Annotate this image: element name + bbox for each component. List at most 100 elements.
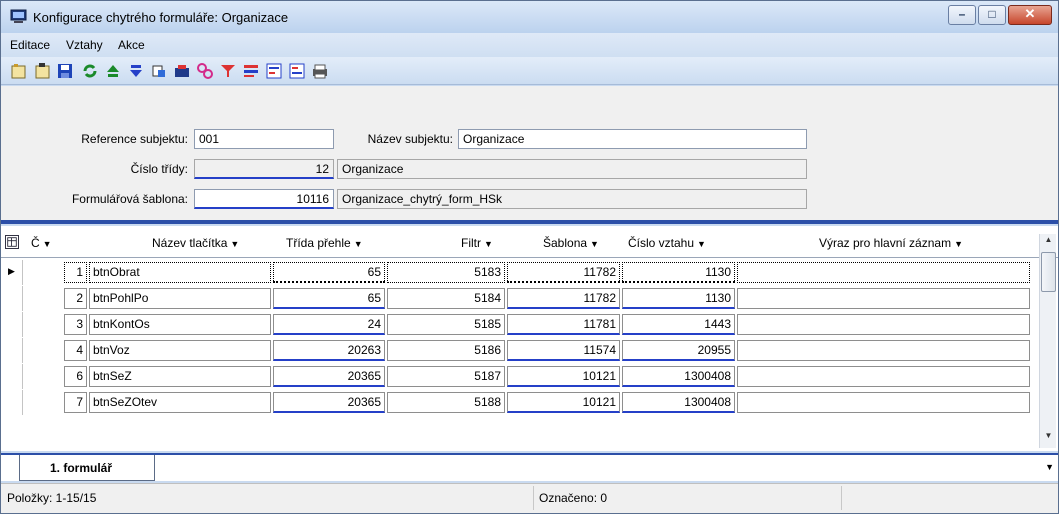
menu-editace[interactable]: Editace xyxy=(10,38,50,52)
table-row[interactable]: 2 btnPohlPo 65 5184 11782 1130 xyxy=(1,286,1039,311)
cell-nazev[interactable]: btnSeZOtev xyxy=(89,392,271,413)
refresh-icon[interactable] xyxy=(81,62,99,80)
cell-filtr[interactable]: 5188 xyxy=(387,392,505,413)
scroll-down-icon[interactable]: ▼ xyxy=(1040,431,1057,447)
sablona-field[interactable]: 10116 xyxy=(194,189,334,209)
cell-c[interactable]: 7 xyxy=(64,392,87,413)
new-record-icon[interactable] xyxy=(10,62,28,80)
cell-nazev[interactable]: btnSeZ xyxy=(89,366,271,387)
cell-c[interactable]: 1 xyxy=(64,262,87,283)
cell-vyraz[interactable] xyxy=(737,392,1030,413)
col-header-sablona[interactable]: Šablona ▼ xyxy=(543,236,599,250)
col-header-filtr[interactable]: Filtr ▼ xyxy=(461,236,493,250)
cell-trida[interactable]: 65 xyxy=(273,262,385,283)
vertical-scrollbar[interactable]: ▲ ▼ xyxy=(1039,234,1056,448)
col-header-c[interactable]: Č ▼ xyxy=(31,236,52,250)
tab-menu-icon[interactable]: ▼ xyxy=(1045,462,1054,472)
row-indicator xyxy=(1,286,23,311)
maximize-button[interactable]: □ xyxy=(978,5,1006,25)
filter-icon[interactable] xyxy=(219,62,237,80)
sort-icon[interactable] xyxy=(265,62,283,80)
cell-nazev[interactable]: btnKontOs xyxy=(89,314,271,335)
grid-settings-icon[interactable] xyxy=(5,235,19,249)
cell-trida[interactable]: 20365 xyxy=(273,392,385,413)
link-icon[interactable] xyxy=(196,62,214,80)
cell-nazev[interactable]: btnVoz xyxy=(89,340,271,361)
table-row[interactable]: 3 btnKontOs 24 5185 11781 1443 xyxy=(1,312,1039,337)
tab-formular-1[interactable]: 1. formulář xyxy=(19,455,155,481)
move-up-icon[interactable] xyxy=(104,62,122,80)
cell-filtr[interactable]: 5184 xyxy=(387,288,505,309)
cell-filtr[interactable]: 5185 xyxy=(387,314,505,335)
cell-sablona[interactable]: 10121 xyxy=(507,392,620,413)
cell-nazev[interactable]: btnObrat xyxy=(89,262,271,283)
open-icon[interactable] xyxy=(173,62,191,80)
cell-vztah[interactable]: 20955 xyxy=(622,340,735,361)
cell-vyraz[interactable] xyxy=(737,288,1030,309)
table-row[interactable]: 6 btnSeZ 20365 5187 10121 1300408 xyxy=(1,364,1039,389)
move-down-icon[interactable] xyxy=(127,62,145,80)
cell-sablona[interactable]: 11782 xyxy=(507,288,620,309)
copy-record-icon[interactable] xyxy=(34,62,52,80)
cell-vyraz[interactable] xyxy=(737,262,1030,283)
cell-vztah[interactable]: 1443 xyxy=(622,314,735,335)
filter-add-icon[interactable] xyxy=(242,62,260,80)
minimize-icon: – xyxy=(958,7,966,21)
cell-c[interactable]: 4 xyxy=(64,340,87,361)
cell-trida[interactable]: 24 xyxy=(273,314,385,335)
cell-filtr[interactable]: 5187 xyxy=(387,366,505,387)
menu-akce[interactable]: Akce xyxy=(118,38,145,52)
cell-filtr[interactable]: 5186 xyxy=(387,340,505,361)
table-row[interactable]: 4 btnVoz 20263 5186 11574 20955 xyxy=(1,338,1039,363)
nazev-field[interactable]: Organizace xyxy=(458,129,807,149)
cell-c[interactable]: 3 xyxy=(64,314,87,335)
cell-vyraz[interactable] xyxy=(737,366,1030,387)
nazev-label: Název subjektu: xyxy=(367,132,453,146)
toolbar xyxy=(1,57,1058,85)
close-button[interactable]: ✕ xyxy=(1008,5,1052,25)
insert-icon[interactable] xyxy=(150,62,168,80)
cell-trida[interactable]: 20365 xyxy=(273,366,385,387)
cell-vyraz[interactable] xyxy=(737,340,1030,361)
cell-vztah[interactable]: 1130 xyxy=(622,262,735,283)
cell-vztah[interactable]: 1300408 xyxy=(622,392,735,413)
splitter[interactable] xyxy=(1,220,1058,224)
col-header-vyraz[interactable]: Výraz pro hlavní záznam ▼ xyxy=(819,236,963,250)
col-header-trida[interactable]: Třída přehle ▼ xyxy=(286,236,363,250)
menu-vztahy[interactable]: Vztahy xyxy=(66,38,103,52)
row-indicator xyxy=(1,364,23,389)
col-header-vztah[interactable]: Číslo vztahu ▼ xyxy=(628,236,706,250)
save-icon[interactable] xyxy=(56,62,74,80)
cell-filtr[interactable]: 5183 xyxy=(387,262,505,283)
cell-vztah[interactable]: 1130 xyxy=(622,288,735,309)
cell-sablona[interactable]: 11574 xyxy=(507,340,620,361)
menu-bar: Editace Vztahy Akce xyxy=(1,33,1058,57)
reference-field[interactable]: 001 xyxy=(194,129,334,149)
reference-label: Reference subjektu: xyxy=(81,132,188,146)
cell-vztah[interactable]: 1300408 xyxy=(622,366,735,387)
table-row[interactable]: 7 btnSeZOtev 20365 5188 10121 1300408 xyxy=(1,390,1039,415)
cell-trida[interactable]: 20263 xyxy=(273,340,385,361)
scroll-up-icon[interactable]: ▲ xyxy=(1040,235,1057,251)
title-bar[interactable]: Konfigurace chytrého formuláře: Organiza… xyxy=(1,1,1058,33)
table-row[interactable]: ▶ 1 btnObrat 65 5183 11782 1130 xyxy=(1,260,1039,285)
sort-desc-icon[interactable] xyxy=(288,62,306,80)
close-icon: ✕ xyxy=(1024,6,1036,21)
cislo-name-field: Organizace xyxy=(337,159,807,179)
cell-sablona[interactable]: 11781 xyxy=(507,314,620,335)
cell-nazev[interactable]: btnPohlPo xyxy=(89,288,271,309)
scroll-thumb[interactable] xyxy=(1041,252,1056,292)
row-indicator: ▶ xyxy=(1,260,23,285)
window-controls: – □ ✕ xyxy=(946,5,1052,26)
sort-arrow-icon: ▼ xyxy=(230,239,240,249)
cislo-field[interactable]: 12 xyxy=(194,159,334,179)
minimize-button[interactable]: – xyxy=(948,5,976,25)
cell-sablona[interactable]: 11782 xyxy=(507,262,620,283)
cell-c[interactable]: 6 xyxy=(64,366,87,387)
cell-sablona[interactable]: 10121 xyxy=(507,366,620,387)
col-header-nazev[interactable]: Název tlačítka ▼ xyxy=(152,236,239,250)
cell-c[interactable]: 2 xyxy=(64,288,87,309)
cell-vyraz[interactable] xyxy=(737,314,1030,335)
cell-trida[interactable]: 65 xyxy=(273,288,385,309)
print-icon[interactable] xyxy=(311,62,329,80)
